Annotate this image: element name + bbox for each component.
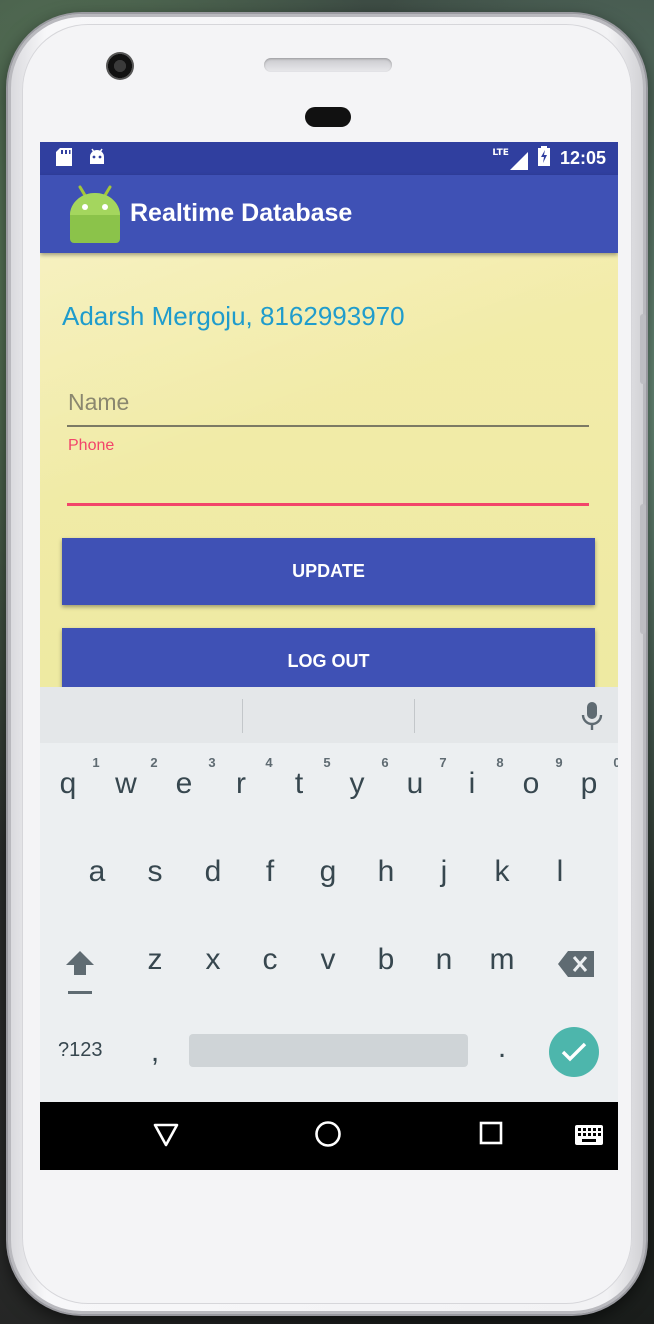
- main-content: Adarsh Mergoju, 8162993970 Name Phone UP…: [40, 253, 618, 695]
- key-x[interactable]: x: [191, 943, 235, 977]
- suggestion-strip: [40, 687, 618, 743]
- shift-icon[interactable]: [64, 949, 96, 995]
- key-n[interactable]: n: [422, 943, 466, 977]
- key-h[interactable]: h: [364, 855, 408, 889]
- clock: 12:05: [559, 148, 606, 168]
- volume-button: [640, 314, 646, 384]
- comma-key[interactable]: ,: [133, 1035, 177, 1069]
- phone-input[interactable]: [67, 459, 589, 506]
- navigation-bar: [40, 1102, 618, 1170]
- proximity-sensor: [305, 107, 351, 127]
- sd-card-icon: [56, 148, 72, 170]
- back-icon[interactable]: [152, 1120, 180, 1148]
- symbols-key[interactable]: ?123: [58, 1039, 103, 1062]
- phone-label: Phone: [68, 437, 115, 454]
- checkmark-icon: [561, 1042, 587, 1062]
- key-o[interactable]: o: [509, 767, 553, 801]
- user-info-text: Adarsh Mergoju, 8162993970: [62, 301, 405, 331]
- enter-key[interactable]: [549, 1027, 599, 1077]
- name-input[interactable]: Name: [67, 383, 589, 427]
- microphone-icon[interactable]: [580, 701, 604, 731]
- key-t[interactable]: t: [277, 767, 321, 801]
- recents-icon[interactable]: [478, 1120, 504, 1146]
- key-z[interactable]: z: [133, 943, 177, 977]
- key-f[interactable]: f: [248, 855, 292, 889]
- key-a[interactable]: a: [75, 855, 119, 889]
- home-icon[interactable]: [314, 1120, 342, 1148]
- period-key[interactable]: .: [480, 1031, 524, 1065]
- lte-signal-icon: LTE: [492, 148, 528, 170]
- keyboard-switch-icon[interactable]: [574, 1124, 604, 1146]
- name-placeholder: Name: [68, 389, 130, 415]
- screen: LTE 12:05 Realtime Database Adarsh Mergo…: [40, 142, 618, 1170]
- power-button: [640, 504, 646, 634]
- android-debug-icon: [88, 148, 106, 170]
- key-k[interactable]: k: [480, 855, 524, 889]
- suggestion-divider: [242, 699, 243, 733]
- key-v[interactable]: v: [306, 943, 350, 977]
- front-camera: [106, 52, 134, 80]
- key-e[interactable]: e: [162, 767, 206, 801]
- key-r[interactable]: r: [219, 767, 263, 801]
- app-bar: Realtime Database: [40, 175, 618, 253]
- soft-keyboard: 1q2w3e4r5t6y7u8i9o0p asdfghjkl zxcvbnm ?…: [40, 687, 618, 1102]
- status-bar: LTE 12:05: [40, 142, 618, 175]
- earpiece-speaker: [264, 58, 392, 72]
- suggestion-divider: [414, 699, 415, 733]
- key-c[interactable]: c: [248, 943, 292, 977]
- app-title: Realtime Database: [130, 199, 353, 227]
- key-l[interactable]: l: [538, 855, 582, 889]
- key-d[interactable]: d: [191, 855, 235, 889]
- key-b[interactable]: b: [364, 943, 408, 977]
- key-s[interactable]: s: [133, 855, 177, 889]
- battery-charging-icon: [537, 146, 550, 171]
- space-key[interactable]: [189, 1034, 468, 1067]
- key-q[interactable]: q: [46, 767, 90, 801]
- key-j[interactable]: j: [422, 855, 466, 889]
- key-p[interactable]: p: [567, 767, 611, 801]
- key-g[interactable]: g: [306, 855, 350, 889]
- logout-button[interactable]: LOG OUT: [62, 628, 595, 695]
- key-i[interactable]: i: [450, 767, 494, 801]
- android-logo-icon: [70, 185, 120, 243]
- key-u[interactable]: u: [393, 767, 437, 801]
- update-button[interactable]: UPDATE: [62, 538, 595, 605]
- key-m[interactable]: m: [480, 943, 524, 977]
- key-w[interactable]: w: [104, 767, 148, 801]
- key-y[interactable]: y: [335, 767, 379, 801]
- backspace-icon[interactable]: [558, 951, 594, 977]
